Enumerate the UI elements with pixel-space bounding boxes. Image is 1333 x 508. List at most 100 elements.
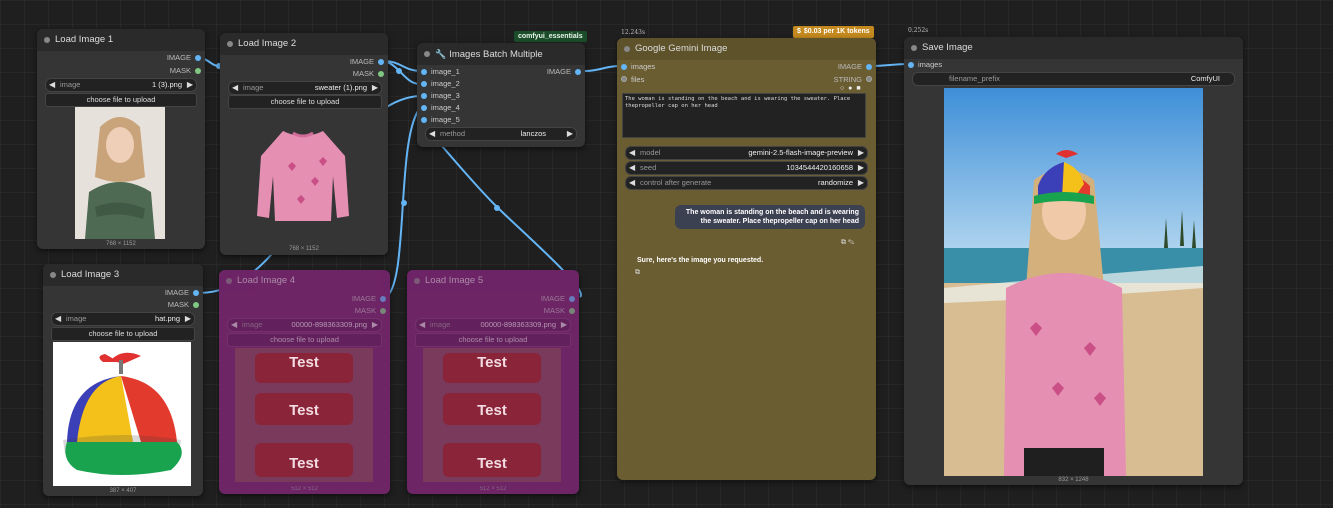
output-image-pin[interactable]	[866, 64, 872, 70]
input-image-1-pin[interactable]	[421, 69, 427, 75]
collapse-dot-icon[interactable]	[624, 46, 630, 52]
output-image-pin[interactable]	[575, 69, 581, 75]
upload-button[interactable]: choose file to upload	[227, 333, 382, 347]
dollar-icon: $	[797, 28, 801, 35]
load-image-3-node[interactable]: Load Image 3 IMAGE MASK ◀ image hat.png …	[43, 264, 203, 496]
test-label: Test	[477, 354, 507, 371]
input-image-2-pin[interactable]	[421, 81, 427, 87]
arrow-left-icon[interactable]: ◀	[429, 128, 435, 140]
node-title[interactable]: Load Image 5	[407, 270, 579, 292]
load-image-2-node[interactable]: Load Image 2 IMAGE MASK ◀ image sweater …	[220, 33, 388, 255]
preview-image	[53, 342, 191, 486]
chat-actions[interactable]: ⧉ ✎	[841, 239, 854, 247]
input-image-5-pin[interactable]	[421, 117, 427, 123]
node-title[interactable]: Google Gemini Image	[617, 38, 876, 60]
chat-assistant-reply: Sure, here's the image you requested.	[637, 257, 764, 264]
image-select[interactable]: ◀ image 00000-898363309.png ▶	[227, 318, 382, 332]
image-select[interactable]: ◀ image sweater (1).png ▶	[228, 81, 382, 95]
input-images-pin[interactable]	[621, 64, 627, 70]
image-select[interactable]: ◀ image 1 (3).png ▶	[45, 78, 197, 92]
output-image-pin[interactable]	[380, 296, 386, 302]
collapse-dot-icon[interactable]	[414, 278, 420, 284]
arrow-right-icon[interactable]: ▶	[372, 319, 378, 331]
chat-user-bubble: The woman is standing on the beach and i…	[675, 205, 865, 229]
collapse-dot-icon[interactable]	[50, 272, 56, 278]
collapse-dot-icon[interactable]	[227, 41, 233, 47]
output-mask-pin[interactable]	[380, 308, 386, 314]
output-mask-pin[interactable]	[193, 302, 199, 308]
edit-icon[interactable]: ✎	[848, 239, 854, 246]
load-image-1-node[interactable]: Load Image 1 IMAGE MASK ◀ image 1 (3).pn…	[37, 29, 205, 249]
google-gemini-image-node[interactable]: Google Gemini Image images files IMAGE S…	[617, 38, 876, 480]
output-mask-label: MASK	[354, 306, 376, 315]
seed-input[interactable]: ◀ seed 1034544420160658 ▶	[625, 161, 868, 175]
load-image-4-node[interactable]: Load Image 4 IMAGE MASK ◀ image 00000-89…	[219, 270, 390, 494]
image-dimensions: 512 × 512	[291, 486, 318, 492]
image-select[interactable]: ◀ image 00000-898363309.png ▶	[415, 318, 571, 332]
woman-on-beach-icon	[944, 88, 1203, 476]
arrow-right-icon[interactable]: ▶	[187, 79, 193, 91]
node-title[interactable]: Load Image 4	[219, 270, 390, 292]
output-mask-label: MASK	[169, 66, 191, 75]
output-image-preview	[944, 88, 1203, 476]
output-image-pin[interactable]	[193, 290, 199, 296]
arrow-left-icon[interactable]: ◀	[629, 147, 635, 159]
input-image-4-pin[interactable]	[421, 105, 427, 111]
test-label: Test	[289, 354, 319, 371]
arrow-right-icon[interactable]: ▶	[185, 313, 191, 325]
link-img2	[383, 60, 421, 85]
load-image-5-node[interactable]: Load Image 5 IMAGE MASK ◀ image 00000-89…	[407, 270, 579, 494]
arrow-right-icon[interactable]: ▶	[561, 319, 567, 331]
arrow-left-icon[interactable]: ◀	[55, 313, 61, 325]
collapse-dot-icon[interactable]	[911, 45, 917, 51]
arrow-left-icon[interactable]: ◀	[232, 82, 238, 94]
upload-button[interactable]: choose file to upload	[45, 93, 197, 107]
output-image-pin[interactable]	[195, 55, 201, 61]
input-image-3-pin[interactable]	[421, 93, 427, 99]
node-title[interactable]: Load Image 3	[43, 264, 203, 286]
upload-button[interactable]: choose file to upload	[228, 95, 382, 109]
method-select[interactable]: ◀ method lanczos ▶	[425, 127, 577, 141]
arrow-right-icon[interactable]: ▶	[567, 128, 573, 140]
node-title[interactable]: Load Image 2	[220, 33, 388, 55]
output-mask-pin[interactable]	[195, 68, 201, 74]
output-image-pin[interactable]	[569, 296, 575, 302]
upload-button[interactable]: choose file to upload	[415, 333, 571, 347]
prompt-textarea[interactable]: The woman is standing on the beach and i…	[622, 93, 866, 138]
image-select[interactable]: ◀ image hat.png ▶	[51, 312, 195, 326]
input-files-pin[interactable]	[621, 76, 627, 82]
link-reroute-dot	[494, 205, 500, 211]
arrow-left-icon[interactable]: ◀	[49, 79, 55, 91]
upload-button[interactable]: choose file to upload	[51, 327, 195, 341]
model-select[interactable]: ◀ model gemini-2.5-flash-image-preview ▶	[625, 146, 868, 160]
save-image-node[interactable]: Save Image images filename_prefix ComfyU…	[904, 37, 1243, 485]
arrow-right-icon[interactable]: ▶	[858, 177, 864, 189]
arrow-left-icon[interactable]: ◀	[419, 319, 425, 331]
arrow-left-icon[interactable]: ◀	[629, 177, 635, 189]
images-batch-multiple-node[interactable]: 🔧 Images Batch Multiple IMAGE image_1 ima…	[417, 43, 585, 147]
collapse-dot-icon[interactable]	[226, 278, 232, 284]
arrow-left-icon[interactable]: ◀	[629, 162, 635, 174]
arrow-right-icon[interactable]: ▶	[858, 147, 864, 159]
input-images-pin[interactable]	[908, 62, 914, 68]
prompt-toolbar-icons[interactable]: ○ ● ■	[840, 85, 862, 92]
input-images-label: images	[918, 60, 943, 69]
test-label: Test	[477, 455, 507, 472]
copy-icon[interactable]: ⧉	[635, 269, 640, 277]
output-string-pin[interactable]	[866, 76, 872, 82]
arrow-left-icon[interactable]: ◀	[231, 319, 237, 331]
control-after-generate-select[interactable]: ◀ control after generate randomize ▶	[625, 176, 868, 190]
output-image-pin[interactable]	[378, 59, 384, 65]
collapse-dot-icon[interactable]	[44, 37, 50, 43]
output-mask-pin[interactable]	[378, 71, 384, 77]
filename-prefix-input[interactable]: filename_prefix ComfyUI	[912, 72, 1235, 86]
copy-icon[interactable]: ⧉	[841, 239, 846, 246]
node-title[interactable]: Load Image 1	[37, 29, 205, 51]
collapse-dot-icon[interactable]	[424, 51, 430, 57]
node-title[interactable]: 🔧 Images Batch Multiple	[417, 43, 585, 65]
node-title[interactable]: Save Image	[904, 37, 1243, 59]
arrow-right-icon[interactable]: ▶	[372, 82, 378, 94]
arrow-right-icon[interactable]: ▶	[858, 162, 864, 174]
output-mask-pin[interactable]	[569, 308, 575, 314]
input-image-5-label: image_5	[431, 115, 460, 124]
